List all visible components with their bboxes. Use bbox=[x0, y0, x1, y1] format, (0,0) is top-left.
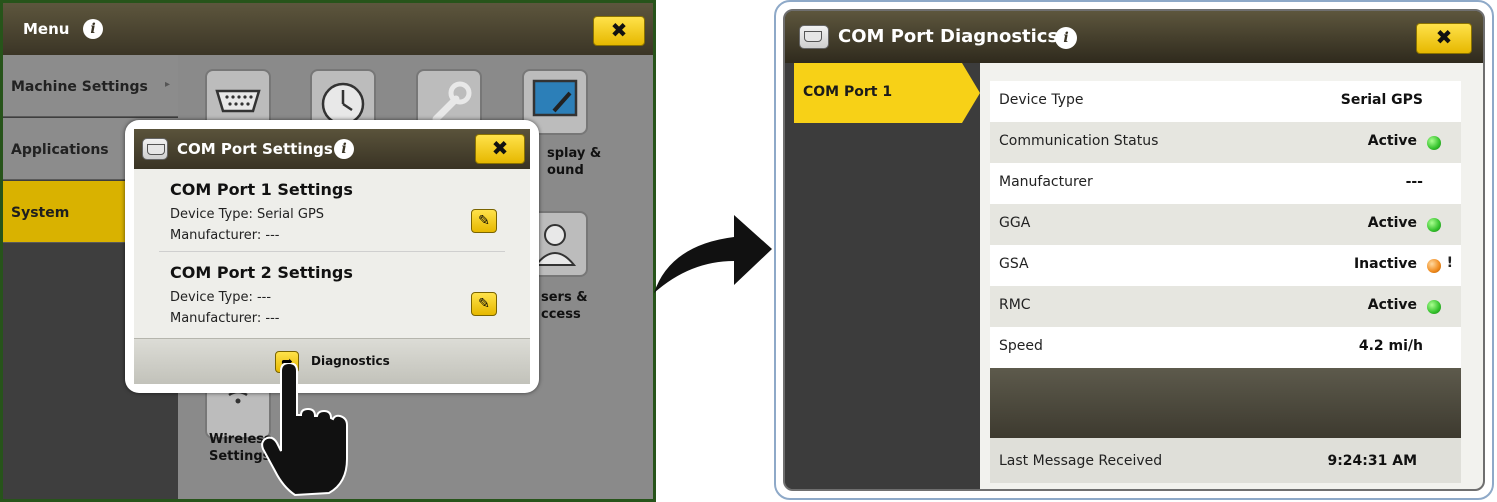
last-message-label: Last Message Received bbox=[999, 453, 1163, 469]
com-port-icon bbox=[142, 138, 168, 160]
sidebar-item-label: Applications bbox=[11, 142, 109, 158]
com-port-settings-dialog: COM Port Settings i ✖ COM Port 1 Setting… bbox=[125, 120, 539, 393]
port1-device-type: Device Type: Serial GPS bbox=[170, 207, 325, 222]
pencil-icon: ✎ bbox=[478, 213, 490, 229]
status-orange-icon bbox=[1427, 259, 1441, 273]
diagnostics-title: COM Port Diagnostics bbox=[838, 26, 1059, 47]
sidebar-item-machine-settings[interactable]: Machine Settings ▸ bbox=[3, 55, 178, 117]
diagnostics-content: Device Type Serial GPS Communication Sta… bbox=[980, 63, 1483, 489]
tile-label-display-sound: splay & ound bbox=[547, 146, 602, 178]
sidebar-item-label: Machine Settings bbox=[11, 79, 148, 95]
port2-manufacturer: Manufacturer: --- bbox=[170, 311, 280, 326]
pencil-icon: ✎ bbox=[478, 296, 490, 312]
table-row: Communication Status Active bbox=[990, 122, 1461, 163]
sidebar-item-label: System bbox=[11, 205, 70, 221]
com-port-diagnostics-screen: COM Port Diagnostics i ✖ COM Port 1 Devi… bbox=[783, 9, 1485, 491]
info-icon[interactable]: i bbox=[83, 19, 103, 39]
row-label: Communication Status bbox=[999, 133, 1159, 149]
menu-title: Menu bbox=[23, 20, 70, 38]
edit-port2-button[interactable]: ✎ bbox=[471, 292, 497, 316]
com-port-diagnostics-frame: COM Port Diagnostics i ✖ COM Port 1 Devi… bbox=[774, 0, 1494, 500]
menu-titlebar: Menu i ✖ bbox=[3, 3, 653, 55]
dialog-content: COM Port Settings i ✖ COM Port 1 Setting… bbox=[134, 129, 530, 384]
row-label: RMC bbox=[999, 297, 1031, 313]
edit-port1-button[interactable]: ✎ bbox=[471, 209, 497, 233]
port1-manufacturer: Manufacturer: --- bbox=[170, 228, 280, 243]
table-row: Manufacturer --- bbox=[990, 163, 1461, 204]
table-row: GGA Active bbox=[990, 204, 1461, 245]
table-row: Device Type Serial GPS bbox=[990, 81, 1461, 122]
status-green-icon bbox=[1427, 218, 1441, 232]
status-green-icon bbox=[1427, 300, 1441, 314]
port2-device-type: Device Type: --- bbox=[170, 290, 272, 305]
row-value: Serial GPS bbox=[1340, 92, 1423, 108]
com-port-2-settings-title: COM Port 2 Settings bbox=[170, 263, 353, 282]
dialog-title: COM Port Settings bbox=[177, 140, 333, 158]
table-row: RMC Active bbox=[990, 286, 1461, 327]
row-label: Device Type bbox=[999, 92, 1084, 108]
row-label: GGA bbox=[999, 215, 1031, 231]
com-port-1-settings-title: COM Port 1 Settings bbox=[170, 180, 353, 199]
dialog-divider bbox=[159, 251, 505, 252]
chevron-right-icon: ▸ bbox=[164, 79, 170, 90]
diagnostics-sidebar: COM Port 1 bbox=[785, 63, 980, 489]
row-value: Inactive bbox=[1353, 256, 1417, 272]
tab-com-port-1[interactable]: COM Port 1 bbox=[794, 63, 980, 123]
row-value: 4.2 mi/h bbox=[1358, 338, 1423, 354]
row-value: Active bbox=[1367, 133, 1417, 149]
dialog-titlebar: COM Port Settings i ✖ bbox=[134, 129, 530, 169]
last-message-value: 9:24:31 AM bbox=[1327, 453, 1417, 469]
table-row: Speed 4.2 mi/h bbox=[990, 327, 1461, 368]
warning-mark: ! bbox=[1446, 255, 1453, 271]
last-message-row: Last Message Received 9:24:31 AM bbox=[990, 438, 1461, 483]
menu-screen: Menu i ✖ Machine Settings ▸ Applications… bbox=[0, 0, 656, 502]
tile-label-users-access: sers & ccess bbox=[541, 290, 588, 322]
row-label: Manufacturer bbox=[999, 174, 1093, 190]
info-icon[interactable]: i bbox=[1055, 27, 1077, 49]
com-port-icon bbox=[799, 25, 829, 49]
row-label: Speed bbox=[999, 338, 1043, 354]
diagnostics-titlebar: COM Port Diagnostics i ✖ bbox=[785, 11, 1483, 63]
row-label: GSA bbox=[999, 256, 1029, 272]
table-row: GSA Inactive ! bbox=[990, 245, 1461, 286]
curved-arrow-icon bbox=[654, 215, 772, 293]
diagnostics-close-button[interactable]: ✖ bbox=[1416, 23, 1472, 54]
pointing-hand-icon bbox=[261, 363, 348, 497]
menu-close-button[interactable]: ✖ bbox=[593, 16, 645, 46]
table-empty-area bbox=[990, 368, 1461, 438]
row-value: Active bbox=[1367, 215, 1417, 231]
dialog-close-button[interactable]: ✖ bbox=[475, 134, 525, 164]
status-green-icon bbox=[1427, 136, 1441, 150]
tab-label: COM Port 1 bbox=[803, 84, 893, 100]
row-value: --- bbox=[1405, 174, 1423, 190]
row-value: Active bbox=[1367, 297, 1417, 313]
info-icon[interactable]: i bbox=[334, 139, 354, 159]
